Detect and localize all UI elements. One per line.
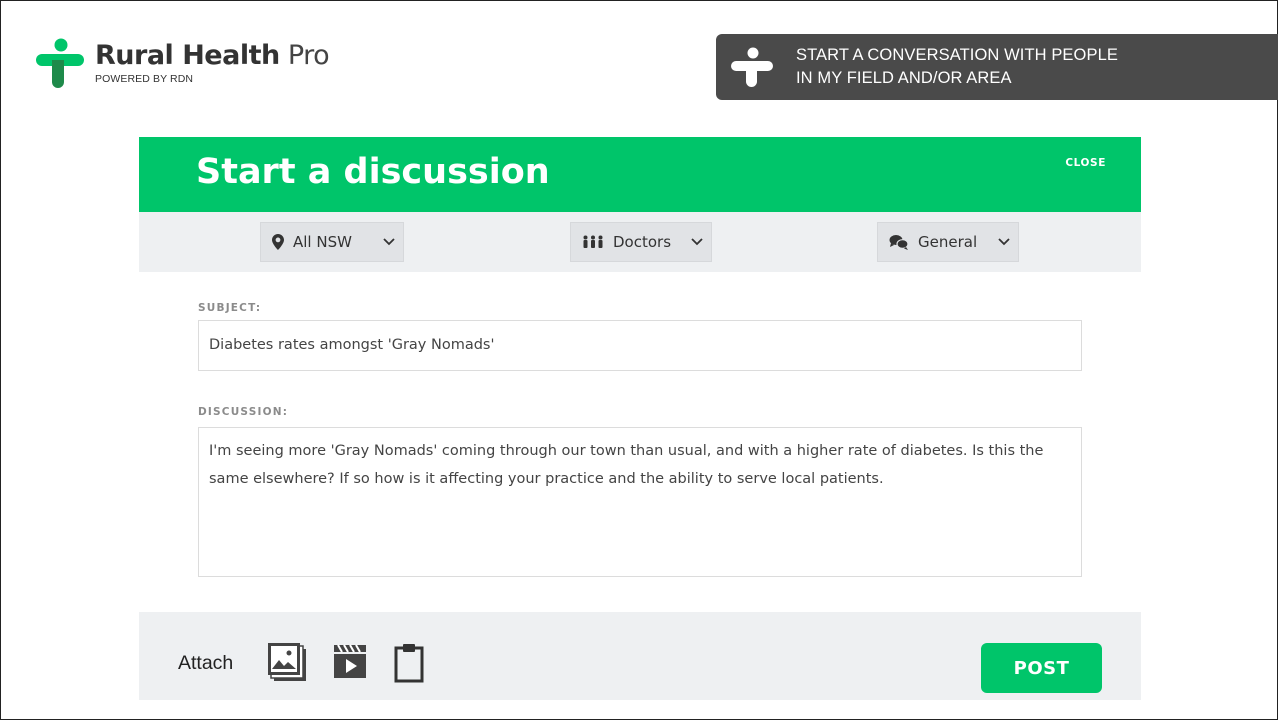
- brand-logo[interactable]: Rural Health Pro POWERED BY RDN: [34, 38, 330, 90]
- attach-image-button[interactable]: [268, 643, 308, 683]
- clipboard-icon: [394, 644, 424, 683]
- attach-label: Attach: [178, 652, 234, 674]
- filter-bar: All NSW Doctors General: [139, 212, 1141, 272]
- post-button[interactable]: POST: [981, 643, 1102, 693]
- attach-file-button[interactable]: [394, 643, 424, 683]
- modal-title: Start a discussion: [196, 152, 550, 192]
- banner-line-1: START A CONVERSATION WITH PEOPLE: [796, 46, 1118, 64]
- brand-name: Rural Health Pro: [95, 40, 330, 71]
- subject-label: SUBJECT:: [198, 302, 262, 314]
- video-icon: [334, 644, 366, 678]
- subject-input[interactable]: Diabetes rates amongst 'Gray Nomads': [198, 320, 1082, 371]
- role-select-value: Doctors: [613, 233, 672, 251]
- start-discussion-modal: Start a discussion CLOSE All NSW Doctors: [139, 137, 1141, 700]
- chat-bubbles-icon: [889, 234, 909, 250]
- image-icon: [268, 643, 306, 681]
- banner-line-2: IN MY FIELD AND/OR AREA: [796, 69, 1012, 87]
- plus-person-icon: [730, 45, 774, 89]
- close-button[interactable]: CLOSE: [1065, 157, 1106, 169]
- discussion-label: DISCUSSION:: [198, 406, 289, 418]
- modal-footer: Attach POST: [139, 612, 1141, 700]
- role-select[interactable]: Doctors: [570, 222, 712, 262]
- plus-person-icon: [36, 38, 84, 88]
- topic-select[interactable]: General: [877, 222, 1019, 262]
- attach-video-button[interactable]: [332, 643, 368, 679]
- map-pin-icon: [272, 234, 284, 250]
- info-banner: START A CONVERSATION WITH PEOPLE IN MY F…: [716, 34, 1278, 100]
- brand-tagline: POWERED BY RDN: [95, 73, 194, 85]
- modal-header: Start a discussion CLOSE: [139, 137, 1141, 212]
- chevron-down-icon: [998, 238, 1010, 246]
- people-icon: [582, 235, 604, 249]
- chevron-down-icon: [691, 238, 703, 246]
- location-select[interactable]: All NSW: [260, 222, 404, 262]
- location-select-value: All NSW: [293, 233, 352, 251]
- topic-select-value: General: [918, 233, 978, 251]
- discussion-textarea[interactable]: I'm seeing more 'Gray Nomads' coming thr…: [198, 427, 1082, 577]
- chevron-down-icon: [383, 238, 395, 246]
